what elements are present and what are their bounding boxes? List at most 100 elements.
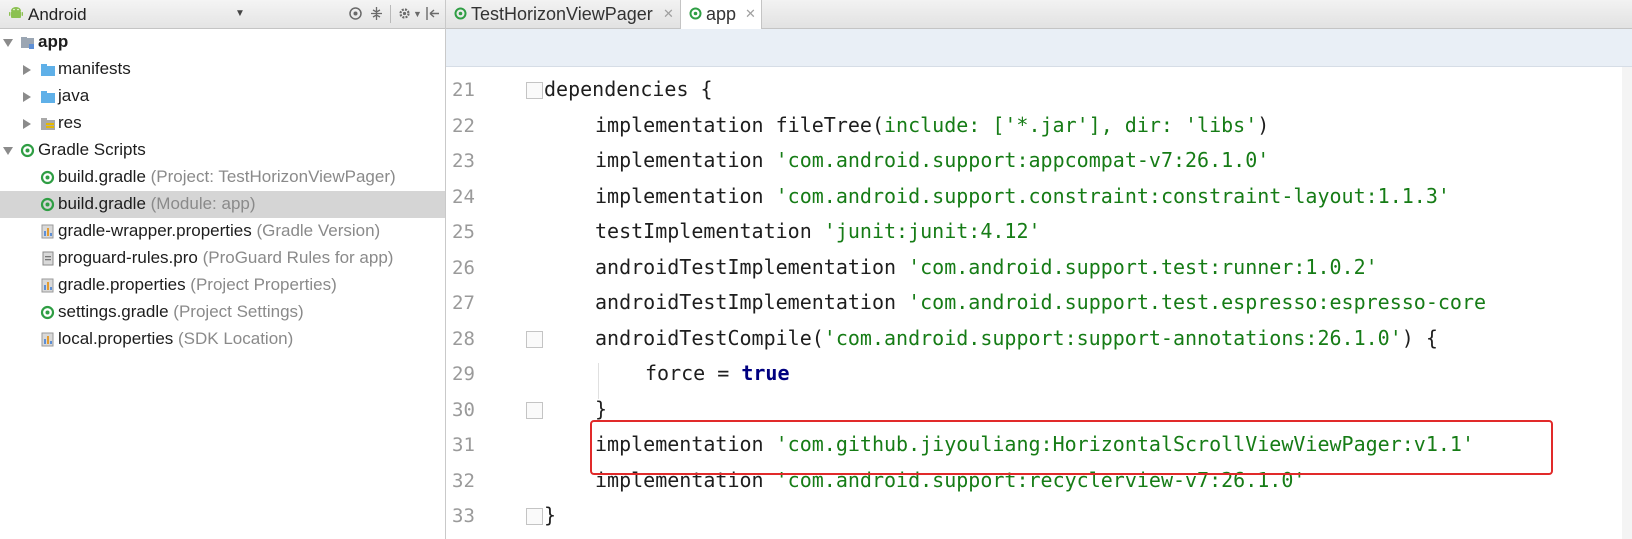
tree-item-name: gradle.properties (58, 275, 186, 294)
tree-item[interactable]: local.properties (SDK Location) (0, 326, 445, 353)
code-token: implementation (595, 148, 776, 172)
tree-item[interactable]: gradle.properties (Project Properties) (0, 272, 445, 299)
code-line[interactable]: force = true (645, 361, 790, 385)
tab-testhorizonviewpager[interactable]: TestHorizonViewPager ✕ (446, 0, 678, 28)
tree-item-name: app (38, 32, 69, 51)
tree-item[interactable]: java (0, 83, 445, 110)
file-icon (42, 251, 54, 266)
indent-guide (598, 363, 599, 399)
folder-icon (41, 64, 55, 76)
tree-item-name: manifests (58, 59, 131, 78)
code-token: androidTestImplementation (595, 290, 909, 314)
line-number: 21 (452, 79, 475, 101)
tab-label: TestHorizonViewPager (471, 4, 653, 24)
vertical-scrollbar[interactable] (1622, 67, 1632, 539)
tree-item-name: java (58, 86, 90, 105)
line-number: 29 (452, 363, 475, 385)
tree-item-name: build.gradle (58, 194, 146, 213)
tree-item-name: gradle-wrapper.properties (58, 221, 252, 240)
android-icon (9, 7, 23, 18)
code-token: } (595, 396, 608, 421)
folder-icon (41, 91, 55, 103)
gradle-icon (40, 170, 55, 185)
project-panel: Android ▼ ▼ app manifests java res Gradle Sc… (0, 0, 446, 539)
code-token: } (544, 503, 557, 527)
code-line[interactable]: testImplementation 'junit:junit:4.12' (595, 219, 1041, 243)
toolbar-separator (390, 5, 391, 23)
tree-item-label: java (58, 86, 89, 106)
line-number: 22 (452, 114, 475, 137)
line-number: 24 (452, 185, 475, 208)
code-line[interactable]: androidTestImplementation 'com.android.s… (595, 255, 1378, 279)
code-line[interactable]: androidTestImplementation 'com.android.s… (595, 290, 1486, 314)
close-icon[interactable]: ✕ (745, 6, 756, 22)
properties-icon (41, 224, 54, 239)
tree-item[interactable]: app (0, 29, 445, 56)
code-line[interactable]: implementation 'com.android.support.cons… (595, 184, 1450, 208)
fold-marker-icon[interactable] (526, 82, 543, 99)
collapse-arrow-icon[interactable] (23, 92, 31, 102)
highlight-box (590, 420, 1553, 475)
collapse-all-icon[interactable] (369, 6, 384, 21)
code-token: ) (1257, 112, 1270, 137)
tree-item[interactable]: manifests (0, 56, 445, 83)
gear-icon[interactable] (397, 6, 412, 21)
expand-arrow-icon[interactable] (3, 147, 13, 155)
tree-item-name: settings.gradle (58, 302, 169, 321)
tree-item[interactable]: settings.gradle (Project Settings) (0, 299, 445, 326)
close-icon[interactable]: ✕ (663, 6, 674, 22)
module-folder-icon (21, 37, 34, 49)
code-token: dependencies { (544, 77, 713, 101)
line-number: 30 (452, 398, 475, 421)
fold-marker-icon[interactable] (526, 401, 543, 419)
scroll-from-source-icon[interactable] (348, 6, 363, 21)
tree-item[interactable]: proguard-rules.pro (ProGuard Rules for a… (0, 245, 445, 272)
tree-item[interactable]: build.gradle (Module: app) (0, 191, 445, 218)
line-number: 25 (452, 221, 475, 243)
editor-tabs: TestHorizonViewPager ✕ app ✕ (446, 0, 1632, 29)
tree-item-hint: (Project Settings) (168, 302, 304, 321)
tree-item[interactable]: gradle-wrapper.properties (Gradle Versio… (0, 218, 445, 245)
code-line[interactable]: } (544, 503, 556, 527)
tree-item-label: gradle-wrapper.properties (Gradle Versio… (58, 221, 380, 241)
res-folder-icon (41, 118, 55, 130)
tree-item-name: Gradle Scripts (38, 140, 146, 159)
hide-panel-icon[interactable] (425, 6, 440, 21)
string-literal: include: ['*.jar'], dir: 'libs' (883, 112, 1258, 137)
gradle-icon (40, 305, 55, 320)
tree-item[interactable]: build.gradle (Project: TestHorizonViewPa… (0, 164, 445, 191)
line-number: 26 (452, 256, 475, 279)
line-number: 23 (452, 150, 475, 172)
tab-app[interactable]: app ✕ (680, 0, 762, 29)
collapse-arrow-icon[interactable] (23, 119, 31, 129)
code-token: androidTestImplementation (595, 254, 909, 279)
code-token: ) { (1401, 325, 1438, 350)
chevron-down-icon[interactable]: ▼ (235, 8, 245, 19)
fold-marker-icon[interactable] (526, 330, 543, 348)
tree-item-label: app (38, 32, 68, 52)
string-literal: 'junit:junit:4.12' (823, 219, 1041, 243)
fold-marker-icon[interactable] (526, 508, 543, 525)
tree-item-hint: (Project: TestHorizonViewPager) (145, 167, 396, 186)
code-line[interactable]: } (595, 397, 607, 421)
code-line[interactable]: androidTestCompile('com.android.support:… (595, 326, 1438, 350)
string-literal: 'com.android.support.constraint:constrai… (775, 183, 1450, 208)
tree-item[interactable]: Gradle Scripts (0, 137, 445, 164)
code-line[interactable]: implementation fileTree(include: ['*.jar… (595, 113, 1269, 137)
code-token: implementation (595, 183, 776, 208)
collapse-arrow-icon[interactable] (23, 65, 31, 75)
line-number: 28 (452, 327, 475, 350)
tree-item-label: manifests (58, 59, 131, 79)
project-view-select[interactable]: Android (28, 5, 87, 25)
gradle-icon (689, 7, 702, 20)
line-number: 33 (452, 505, 475, 527)
code-line[interactable]: implementation 'com.android.support:appc… (595, 148, 1269, 172)
tree-item-label: Gradle Scripts (38, 140, 146, 160)
tree-item[interactable]: res (0, 110, 445, 137)
tree-item-label: proguard-rules.pro (ProGuard Rules for a… (58, 248, 393, 268)
expand-arrow-icon[interactable] (3, 39, 13, 47)
properties-icon (41, 278, 54, 293)
tree-item-label: res (58, 113, 82, 133)
tree-item-hint: (ProGuard Rules for app) (197, 248, 394, 267)
code-line[interactable]: dependencies { (544, 77, 713, 101)
